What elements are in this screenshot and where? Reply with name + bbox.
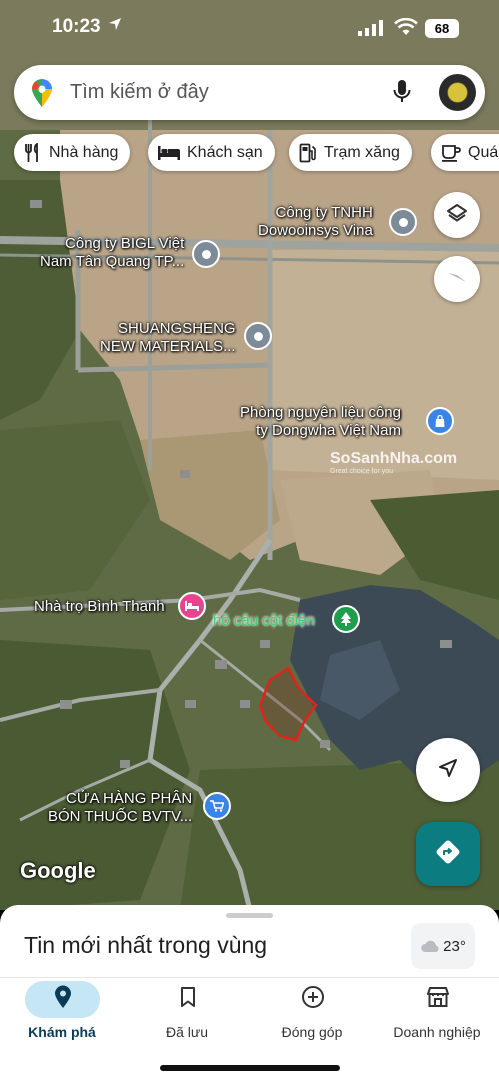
poi-label-dowooinsys[interactable]: Công ty TNHH Dowooinsys Vina [258, 204, 373, 240]
sheet-title: Tin mới nhất trong vùng [24, 932, 268, 958]
shopping-bag-icon[interactable] [426, 407, 454, 435]
bed-icon[interactable] [178, 592, 206, 620]
layers-button[interactable] [434, 192, 480, 238]
compass-button[interactable] [434, 256, 480, 302]
place-pin-icon[interactable] [192, 240, 220, 268]
poi-label-shuangsheng[interactable]: SHUANGSHENG NEW MATERIALS... [100, 320, 236, 356]
home-indicator [160, 1065, 340, 1071]
shopping-cart-icon[interactable] [203, 792, 231, 820]
directions-icon [435, 839, 461, 870]
search-input[interactable]: Tìm kiếm ở đây [70, 81, 209, 104]
tab-saved[interactable]: Đã lưu [125, 978, 249, 1058]
chip-cafes[interactable]: Quán [431, 134, 499, 171]
tab-business[interactable]: Doanh nghiệp [375, 978, 499, 1058]
status-bar: 10:23 68 [0, 0, 499, 56]
poi-label-nha-tro[interactable]: Nhà trọ Bình Thanh [34, 598, 165, 616]
explore-bottom-sheet[interactable]: Tin mới nhất trong vùng 23° [0, 905, 499, 977]
coffee-cup-icon [441, 144, 461, 162]
sheet-drag-handle[interactable] [226, 913, 273, 918]
navigation-arrow-icon [437, 757, 459, 784]
storefront-icon [426, 986, 450, 1013]
gas-pump-icon [299, 143, 317, 163]
search-bar[interactable]: Tìm kiếm ở đây [14, 65, 485, 120]
my-location-button[interactable] [416, 738, 480, 802]
fork-knife-icon [24, 142, 42, 163]
bookmark-icon [180, 986, 196, 1013]
place-pin-icon[interactable] [244, 322, 272, 350]
battery-indicator: 68 [425, 19, 459, 38]
category-chips: Nhà hàng Khách sạn Trạm xăng Quán [14, 134, 499, 171]
wifi-icon [394, 17, 418, 41]
microphone-icon[interactable] [392, 79, 412, 110]
poi-label-cua-hang[interactable]: CỬA HÀNG PHÂN BÓN THUỐC BVTV... [48, 790, 192, 826]
poi-label-dongwha[interactable]: Phòng nguyên liệu công ty Dongwha Việt N… [240, 404, 401, 440]
weather-chip[interactable]: 23° [411, 923, 475, 969]
maps-pin-logo-icon [30, 78, 54, 113]
tab-explore[interactable]: Khám phá [0, 978, 124, 1058]
google-attribution: Google [20, 858, 96, 883]
cellular-signal-icon [358, 20, 384, 41]
chip-gas-stations[interactable]: Trạm xăng [289, 134, 412, 171]
bed-icon [158, 145, 180, 160]
tab-contribute[interactable]: Đóng góp [250, 978, 374, 1058]
compass-icon [444, 264, 470, 295]
watermark: SoSanhNha.com Great choice for you [330, 450, 458, 475]
explore-pin-icon [54, 985, 72, 1014]
poi-label-bigl[interactable]: Công ty BIGL Việt Nam Tân Quang TP... [40, 235, 184, 271]
tree-icon[interactable] [332, 605, 360, 633]
temperature: 23° [443, 937, 466, 955]
place-pin-icon[interactable] [389, 208, 417, 236]
poi-label-ho-cau[interactable]: hồ câu cột điện [213, 612, 315, 630]
status-time: 10:23 [52, 16, 101, 37]
cloud-icon [421, 940, 439, 952]
add-circle-icon [301, 985, 325, 1014]
layers-icon [446, 202, 468, 229]
avatar[interactable] [439, 74, 476, 111]
location-arrow-icon [108, 17, 122, 35]
chip-hotels[interactable]: Khách sạn [148, 134, 275, 171]
directions-button[interactable] [416, 822, 480, 886]
chip-restaurants[interactable]: Nhà hàng [14, 134, 131, 171]
